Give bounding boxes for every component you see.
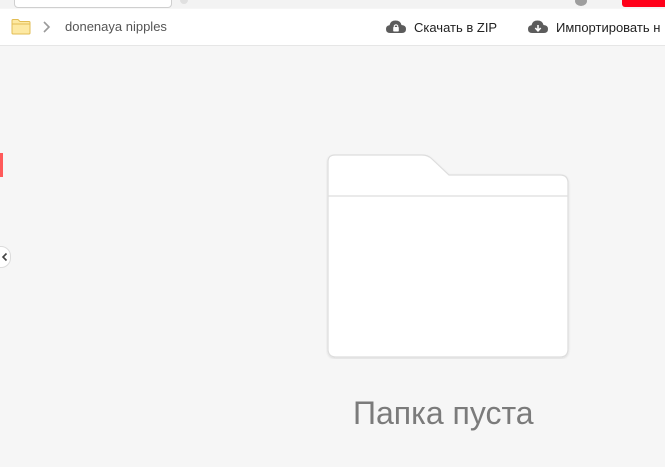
search-clear-icon	[180, 0, 188, 4]
cloud-download-icon	[528, 20, 548, 33]
breadcrumb-current-folder[interactable]: donenaya nipples	[65, 19, 167, 34]
chevron-right-icon	[43, 21, 51, 33]
cloud-lock-icon	[386, 20, 406, 33]
user-avatar[interactable]	[575, 0, 587, 6]
download-zip-button[interactable]: Скачать в ZIP	[385, 16, 497, 38]
empty-state-message: Папка пуста	[353, 395, 534, 431]
download-zip-label: Скачать в ZIP	[414, 19, 498, 35]
sidebar-active-indicator	[0, 153, 3, 177]
upgrade-button[interactable]	[622, 0, 665, 7]
import-label: Импортировать н	[556, 19, 661, 35]
disk-page: donenaya nipples Скачать в ZIP Импортиро…	[0, 0, 665, 467]
toolbar: donenaya nipples Скачать в ZIP Импортиро…	[0, 9, 665, 46]
header-remnant	[0, 0, 665, 8]
import-button[interactable]: Импортировать н	[527, 16, 660, 38]
sidebar-collapse-button[interactable]	[0, 246, 11, 268]
empty-folder-icon	[327, 154, 569, 358]
chevron-left-icon	[1, 252, 8, 262]
search-input[interactable]	[14, 0, 172, 8]
folder-icon[interactable]	[11, 18, 31, 35]
